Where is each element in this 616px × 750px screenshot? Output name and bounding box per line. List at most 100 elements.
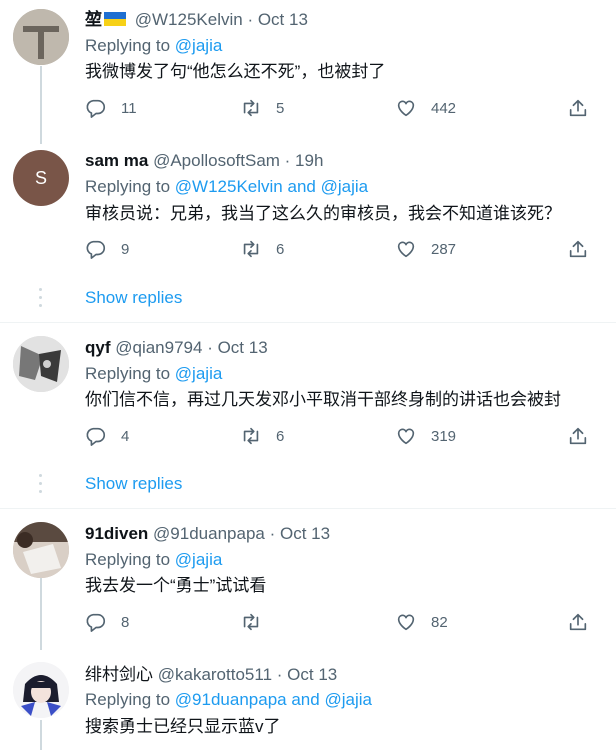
replying-to: Replying to @W125Kelvin and @jajia: [85, 177, 368, 197]
handle[interactable]: @91duanpapa: [153, 524, 265, 543]
tweet-actions: 4 6 319: [85, 425, 595, 451]
ukraine-flag-icon: [104, 12, 126, 26]
tweet-header: 91diven @91duanpapa · Oct 13: [85, 524, 330, 544]
like-button[interactable]: 319: [395, 425, 456, 447]
retweet-button[interactable]: [240, 611, 276, 633]
like-count: 82: [431, 613, 448, 631]
retweet-count: 5: [276, 99, 285, 117]
show-replies-link[interactable]: Show replies: [85, 288, 182, 308]
mention-link[interactable]: @jajia: [321, 177, 369, 196]
tweet-header: qyf @qian9794 · Oct 13: [85, 338, 268, 358]
share-button[interactable]: [567, 97, 589, 119]
like-icon: [397, 241, 415, 258]
tweet-header: sam ma @ApollosoftSam · 19h: [85, 151, 323, 171]
tweet-text: 我去发一个“勇士”试试看: [85, 576, 267, 595]
replying-to: Replying to @jajia: [85, 550, 222, 570]
display-name[interactable]: sam ma: [85, 151, 148, 170]
display-name[interactable]: 堃: [85, 10, 102, 29]
like-button[interactable]: 287: [395, 238, 456, 260]
like-count: 319: [431, 427, 457, 445]
retweet-button[interactable]: 6: [240, 238, 284, 260]
thread-dots: [39, 288, 43, 312]
replying-to-label: Replying to: [85, 690, 171, 709]
reply-icon: [86, 427, 106, 446]
tweet-actions: 8 82: [85, 611, 595, 637]
timestamp[interactable]: · Oct 13: [247, 10, 307, 29]
retweet-button[interactable]: 5: [240, 97, 284, 119]
reply-button[interactable]: 9: [85, 238, 129, 260]
retweet-icon: [243, 99, 259, 117]
show-replies-link[interactable]: Show replies: [85, 474, 182, 494]
tweet-text: 你们信不信，再过几天发邓小平取消干部终身制的讲话也会被封: [85, 390, 561, 409]
reply-button[interactable]: 11: [85, 97, 137, 119]
avatar-letter: S: [34, 167, 47, 188]
display-name[interactable]: 91diven: [85, 524, 148, 543]
handle[interactable]: @qian9794: [115, 338, 202, 357]
avatar[interactable]: [13, 9, 69, 65]
like-button[interactable]: 442: [395, 97, 456, 119]
handle[interactable]: @ApollosoftSam: [153, 151, 280, 170]
handle[interactable]: @kakarotto511: [158, 665, 272, 684]
timestamp[interactable]: · 19h: [285, 151, 324, 170]
reply-count: 8: [121, 613, 130, 631]
thread-dots: [39, 474, 43, 498]
display-name[interactable]: 绯村剑心: [85, 665, 153, 684]
share-icon: [569, 99, 587, 117]
like-icon: [397, 428, 415, 445]
mention-link[interactable]: @W125Kelvin: [175, 177, 283, 196]
timestamp[interactable]: · Oct 13: [277, 665, 337, 684]
thread-line: [40, 720, 42, 750]
retweet-button[interactable]: 6: [240, 425, 284, 447]
reply-icon: [86, 99, 106, 118]
timestamp[interactable]: · Oct 13: [270, 524, 330, 543]
and-text: and: [291, 690, 320, 709]
avatar[interactable]: S: [13, 150, 69, 206]
tweet-actions: 9 6 287: [85, 238, 595, 264]
replying-to-label: Replying to: [85, 36, 171, 55]
replying-to: Replying to @jajia: [85, 364, 222, 384]
like-count: 442: [431, 99, 457, 117]
share-icon: [569, 427, 587, 445]
reply-count: 11: [121, 99, 137, 117]
tweet-actions: 11 5 442: [85, 97, 595, 123]
divider: [0, 508, 616, 509]
share-icon: [569, 613, 587, 631]
retweet-count: 6: [276, 240, 285, 258]
tweet-text: 搜索勇士已经只显示蓝v了: [85, 717, 281, 736]
reply-button[interactable]: 8: [85, 611, 129, 633]
retweet-icon: [243, 613, 259, 631]
mention-link[interactable]: @jajia: [175, 550, 223, 569]
share-button[interactable]: [567, 425, 589, 447]
thread-line: [40, 66, 42, 144]
like-button[interactable]: 82: [395, 611, 448, 633]
tweet-header: 堃 @W125Kelvin · Oct 13: [85, 10, 308, 30]
replying-to: Replying to @91duanpapa and @jajia: [85, 690, 372, 710]
share-button[interactable]: [567, 611, 589, 633]
share-button[interactable]: [567, 238, 589, 260]
mention-link[interactable]: @jajia: [175, 364, 223, 383]
share-icon: [569, 240, 587, 258]
divider: [0, 322, 616, 323]
mention-link[interactable]: @91duanpapa: [175, 690, 287, 709]
replying-to-label: Replying to: [85, 550, 171, 569]
avatar[interactable]: [13, 336, 69, 392]
mention-link[interactable]: @jajia: [175, 36, 223, 55]
reply-count: 9: [121, 240, 130, 258]
reply-icon: [86, 240, 106, 259]
display-name[interactable]: qyf: [85, 338, 111, 357]
reply-count: 4: [121, 427, 130, 445]
avatar[interactable]: [13, 662, 69, 718]
replying-to-label: Replying to: [85, 177, 171, 196]
tweet-text: 审核员说：兄弟，我当了这么久的审核员，我会不知道谁该死？: [85, 204, 561, 223]
tweet-header: 绯村剑心 @kakarotto511 · Oct 13: [85, 665, 337, 685]
timestamp[interactable]: · Oct 13: [207, 338, 267, 357]
handle[interactable]: @W125Kelvin: [135, 10, 243, 29]
and-text: and: [287, 177, 316, 196]
like-icon: [397, 614, 415, 631]
retweet-icon: [243, 427, 259, 445]
avatar[interactable]: [13, 522, 69, 578]
like-icon: [397, 100, 415, 117]
like-count: 287: [431, 240, 457, 258]
mention-link[interactable]: @jajia: [324, 690, 372, 709]
reply-button[interactable]: 4: [85, 425, 129, 447]
